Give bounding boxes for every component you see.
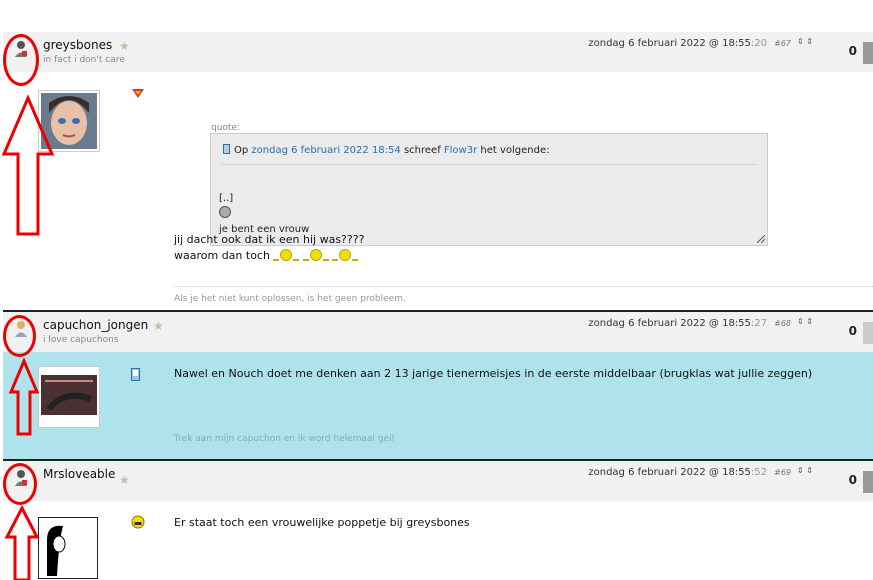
annotation-arrow (1, 94, 55, 236)
signature-divider (174, 286, 873, 287)
annotation-circle (3, 315, 36, 357)
scroll-handle[interactable] (863, 471, 873, 493)
post-68: capuchon_jongen ★ i love capuchons zonda… (3, 312, 873, 459)
username[interactable]: greysbones (43, 38, 112, 52)
smiley-icon (339, 249, 352, 261)
quote-middle: schreef (400, 145, 444, 156)
quote-suffix: het volgende: (477, 145, 550, 156)
post-seconds: :20 (750, 38, 767, 49)
quote-separator (221, 164, 757, 165)
star-icon[interactable]: ★ (153, 319, 164, 333)
smiley-icon (280, 249, 293, 261)
post-number-link[interactable]: #68 (774, 319, 791, 328)
post-date: zondag 6 februari 2022 @ 18:55:52 (588, 467, 767, 478)
post-body: Er staat toch een vrouwelijke poppetje b… (3, 501, 873, 580)
post-text: jij dacht ook dat ik een hij was???? waa… (174, 232, 364, 264)
quote-author-link[interactable]: Flow3r (444, 145, 477, 156)
superman-icon (132, 89, 144, 98)
username[interactable]: Mrsloveable (43, 467, 115, 481)
mobile-icon (223, 144, 230, 154)
quote-label: quote: (211, 123, 241, 133)
post-body: quote: Op zondag 6 februari 2022 18:54 s… (3, 72, 873, 310)
grin-smiley-icon (131, 515, 145, 529)
annotation-arrow (4, 505, 40, 580)
vote-arrows[interactable]: ⇕ ⇕ (797, 37, 813, 46)
post-date-text: zondag 6 februari 2022 @ 18:55 (588, 467, 751, 478)
avatar-image (41, 369, 97, 425)
post-text-line-1: jij dacht ook dat ik een hij was???? (174, 233, 365, 246)
user-title: i love capuchons (43, 335, 119, 345)
post-score: 0 (848, 473, 857, 487)
post-header: capuchon_jongen ★ i love capuchons zonda… (3, 312, 873, 352)
avatar[interactable] (38, 366, 100, 428)
post-seconds: :52 (750, 467, 767, 478)
post-body: Nawel en Nouch doet me denken aan 2 13 j… (3, 352, 873, 459)
post-text-line-1: Nawel en Nouch doet me denken aan 2 13 j… (174, 367, 813, 380)
vote-arrows[interactable]: ⇕ ⇕ (797, 466, 813, 475)
post-score: 0 (848, 324, 857, 338)
vote-arrows[interactable]: ⇕ ⇕ (797, 317, 813, 326)
post-date: zondag 6 februari 2022 @ 18:55:20 (588, 38, 767, 49)
post-header: greysbones ★ in fact i don't care zondag… (3, 32, 873, 72)
user-title: in fact i don't care (43, 55, 125, 65)
username[interactable]: capuchon_jongen (43, 318, 148, 332)
post-header: Mrsloveable ★ zondag 6 februari 2022 @ 1… (3, 461, 873, 501)
post-69: Mrsloveable ★ zondag 6 februari 2022 @ 1… (3, 461, 873, 580)
post-text: Er staat toch een vrouwelijke poppetje b… (174, 515, 470, 531)
mobile-icon (131, 368, 140, 381)
quote-body: [..] je bent een vrouw (219, 192, 309, 237)
quote-date-link[interactable]: zondag 6 februari 2022 18:54 (251, 145, 400, 156)
post-date-text: zondag 6 februari 2022 @ 18:55 (588, 38, 751, 49)
avatar[interactable] (38, 517, 98, 579)
post-text-line-1: Er staat toch een vrouwelijke poppetje b… (174, 516, 470, 529)
post-number-link[interactable]: #69 (774, 468, 791, 477)
annotation-circle (3, 463, 37, 505)
post-date: zondag 6 februari 2022 @ 18:55:27 (588, 318, 767, 329)
scroll-handle[interactable] (863, 322, 873, 344)
post-text-line-2-words: waarom dan toch (174, 249, 270, 262)
quote-box: Op zondag 6 februari 2022 18:54 schreef … (210, 133, 768, 246)
quote-line-1: [..] (219, 193, 234, 204)
quote-prefix: Op (234, 145, 252, 156)
star-icon[interactable]: ★ (119, 39, 130, 53)
post-seconds: :27 (750, 318, 767, 329)
signature: Als je het niet kunt oplossen, is het ge… (174, 294, 406, 304)
post-date-text: zondag 6 februari 2022 @ 18:55 (588, 318, 751, 329)
resize-grip-icon[interactable] (757, 235, 765, 243)
sad-face-icon (219, 206, 309, 223)
post-number-link[interactable]: #67 (774, 39, 791, 48)
post-text-line-2: waarom dan toch (174, 248, 364, 264)
post-67: greysbones ★ in fact i don't care zondag… (3, 32, 873, 310)
annotation-circle (3, 34, 39, 86)
post-text: Nawel en Nouch doet me denken aan 2 13 j… (174, 366, 812, 382)
signature: Trek aan mijn capuchon en ik word helema… (174, 434, 395, 444)
post-score: 0 (848, 44, 857, 58)
annotation-arrow (8, 358, 40, 436)
scroll-handle[interactable] (863, 42, 873, 64)
smiley-icon (309, 249, 322, 261)
quote-header: Op zondag 6 februari 2022 18:54 schreef … (223, 144, 550, 156)
star-icon[interactable]: ★ (119, 473, 130, 487)
avatar-image (41, 520, 95, 576)
